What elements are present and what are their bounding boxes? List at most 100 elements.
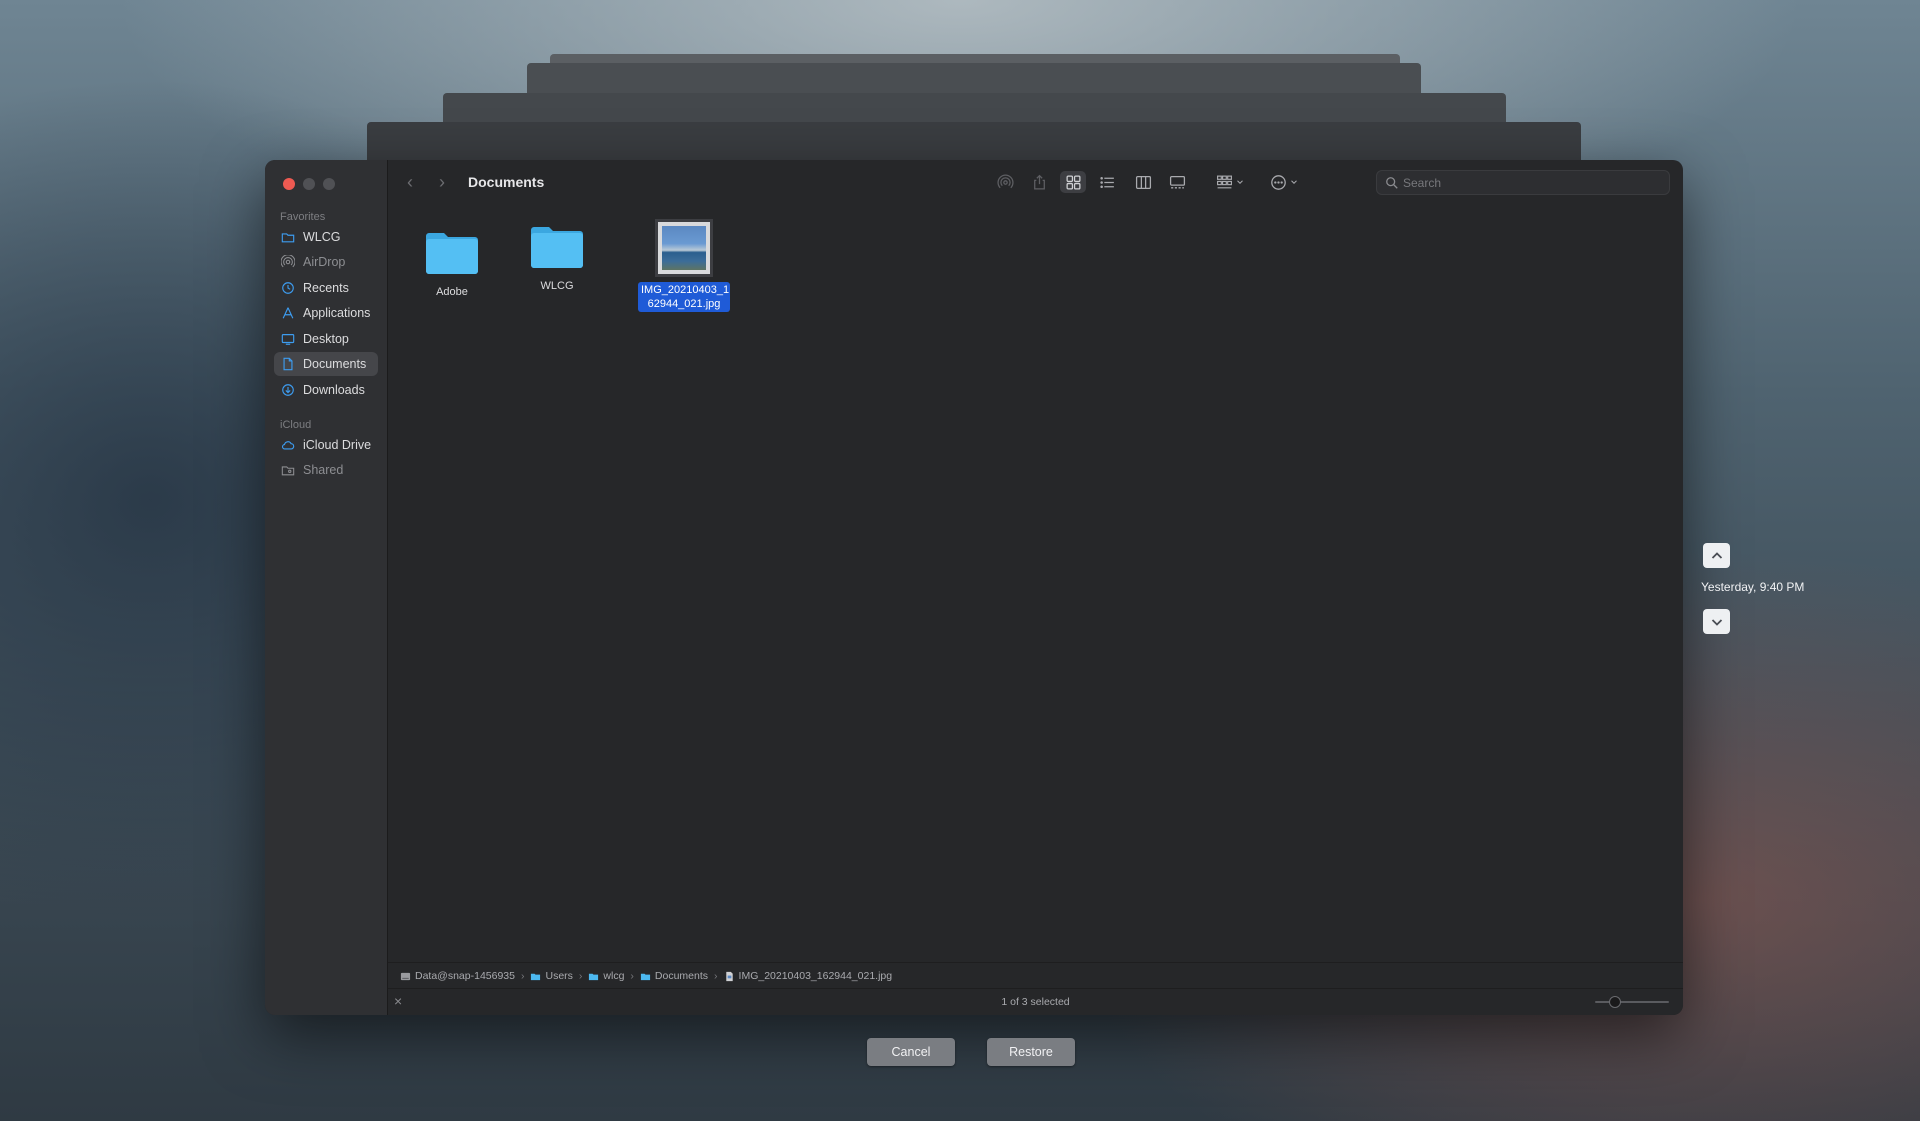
path-crumb-users[interactable]: Users: [530, 970, 573, 982]
selection-status: 1 of 3 selected: [1001, 996, 1070, 1008]
folder-icon: [640, 973, 651, 980]
clock-icon: [281, 281, 295, 295]
path-bar: Data@snap-1456935 › Users › wlcg › Docum…: [388, 962, 1683, 989]
status-bar: × 1 of 3 selected: [388, 988, 1683, 1015]
backup-snapshot-stack: [527, 63, 1421, 93]
gallery-view-button[interactable]: [1164, 171, 1190, 193]
gallery-icon: [1169, 175, 1185, 188]
chevron-right-icon: ›: [578, 970, 583, 982]
sidebar-item-label: Recents: [303, 281, 349, 295]
chevron-down-icon: [1290, 180, 1297, 184]
backup-snapshot-stack: [443, 93, 1506, 123]
sidebar-item-desktop[interactable]: Desktop: [274, 327, 378, 351]
chevron-right-icon: ›: [439, 172, 445, 192]
chevron-right-icon: ›: [714, 970, 718, 982]
sidebar-item-downloads[interactable]: Downloads: [274, 378, 378, 402]
path-crumb-file[interactable]: IMG_20210403_162944_021.jpg: [724, 970, 893, 982]
sidebar-item-documents[interactable]: Documents: [274, 352, 378, 376]
group-by-button[interactable]: [1210, 171, 1250, 193]
sidebar-item-label: Downloads: [303, 383, 365, 397]
path-crumb-label: wlcg: [603, 970, 625, 982]
airdrop-icon: [996, 174, 1014, 188]
search-field[interactable]: [1376, 170, 1670, 195]
file-grid: Adobe WLCG IMG_20210403_1 62944_021.jpg: [388, 204, 1683, 963]
slider-knob[interactable]: [1609, 996, 1621, 1008]
window-controls: [283, 178, 335, 190]
cancel-button[interactable]: Cancel: [867, 1038, 955, 1066]
sidebar-item-label: iCloud Drive: [303, 438, 372, 452]
chevron-right-icon: ›: [520, 970, 525, 982]
document-icon: [281, 357, 295, 371]
columns-icon: [1135, 175, 1151, 189]
file-name: Adobe: [436, 286, 468, 298]
shared-folder-icon: [281, 463, 295, 477]
backup-snapshot-stack: [367, 122, 1581, 162]
file-name: WLCG: [540, 280, 574, 292]
chevron-right-icon: ›: [630, 970, 634, 982]
sidebar-item-label: Shared: [303, 463, 344, 477]
ellipsis-circle-icon: [1270, 174, 1286, 190]
zoom-window-button[interactable]: [323, 178, 335, 190]
minimize-window-button[interactable]: [303, 178, 315, 190]
sidebar-item-wlcg[interactable]: WLCG: [274, 225, 378, 249]
sidebar-item-label: WLCG: [303, 230, 341, 244]
path-crumb-label: IMG_20210403_162944_021.jpg: [738, 970, 893, 982]
sidebar-item-shared[interactable]: Shared: [274, 458, 378, 482]
folder-icon: [589, 973, 599, 980]
path-crumb-wlcg[interactable]: wlcg: [588, 970, 624, 982]
forward-button[interactable]: ›: [432, 172, 452, 192]
snapshot-timestamp: Yesterday, 9:40 PM: [1701, 580, 1805, 594]
download-icon: [281, 383, 295, 397]
sidebar-item-applications[interactable]: Applications: [274, 301, 378, 325]
column-view-button[interactable]: [1130, 171, 1156, 193]
cloud-icon: [281, 438, 295, 452]
chevron-down-icon: [1236, 180, 1243, 184]
airdrop-button[interactable]: [992, 171, 1018, 193]
folder-icon: [531, 227, 583, 268]
path-crumb-disk[interactable]: Data@snap-1456935: [400, 970, 515, 982]
path-crumb-label: Documents: [654, 970, 709, 982]
sidebar: Favorites WLCG AirDrop Recents Applicati…: [265, 160, 388, 1015]
file-item-adobe[interactable]: Adobe: [414, 228, 490, 298]
finder-window: Favorites WLCG AirDrop Recents Applicati…: [265, 160, 1683, 1015]
chevron-left-icon: ‹: [407, 172, 413, 192]
chevron-up-icon: [1711, 551, 1722, 559]
window-title: Documents: [468, 174, 545, 190]
sidebar-item-airdrop[interactable]: AirDrop: [274, 250, 378, 274]
share-icon: [1033, 174, 1045, 190]
file-icon: [725, 971, 733, 981]
sidebar-item-label: Desktop: [303, 332, 349, 346]
sidebar-heading-icloud: iCloud: [280, 419, 312, 431]
airdrop-icon: [281, 255, 295, 269]
disk-icon: [400, 972, 411, 980]
sidebar-item-label: AirDrop: [303, 255, 346, 269]
folder-icon: [281, 230, 295, 244]
more-actions-button[interactable]: [1264, 171, 1304, 193]
icon-view-button[interactable]: [1060, 171, 1086, 193]
main-pane: ‹ › Documents Search Adobe WLCG IMG_2021…: [388, 160, 1683, 1015]
path-crumb-label: Data@snap-1456935: [415, 970, 515, 982]
desktop-icon: [281, 332, 295, 346]
icon-size-slider[interactable]: [1595, 996, 1669, 1008]
group-grid-icon: [1216, 175, 1232, 188]
file-item-image[interactable]: IMG_20210403_1 62944_021.jpg: [634, 222, 734, 312]
list-view-button[interactable]: [1094, 171, 1120, 193]
file-item-wlcg[interactable]: WLCG: [519, 222, 595, 292]
restore-button[interactable]: Restore: [987, 1038, 1075, 1066]
sidebar-item-recents[interactable]: Recents: [274, 276, 378, 300]
back-button[interactable]: ‹: [400, 172, 420, 192]
close-window-button[interactable]: [283, 178, 295, 190]
path-crumb-documents[interactable]: Documents: [640, 970, 708, 982]
timeline-up-button[interactable]: [1703, 543, 1730, 568]
timeline-down-button[interactable]: [1703, 609, 1730, 634]
toolbar: ‹ › Documents: [388, 160, 1683, 204]
sidebar-item-icloud-drive[interactable]: iCloud Drive: [274, 433, 378, 457]
folder-icon: [426, 233, 478, 274]
list-icon: [1099, 176, 1114, 188]
grid-icon: [1065, 174, 1081, 190]
share-button[interactable]: [1026, 171, 1052, 193]
sidebar-heading-favorites: Favorites: [280, 211, 326, 223]
image-thumbnail: [658, 222, 710, 274]
folder-icon: [531, 973, 541, 980]
search-input[interactable]: [1399, 175, 1669, 190]
